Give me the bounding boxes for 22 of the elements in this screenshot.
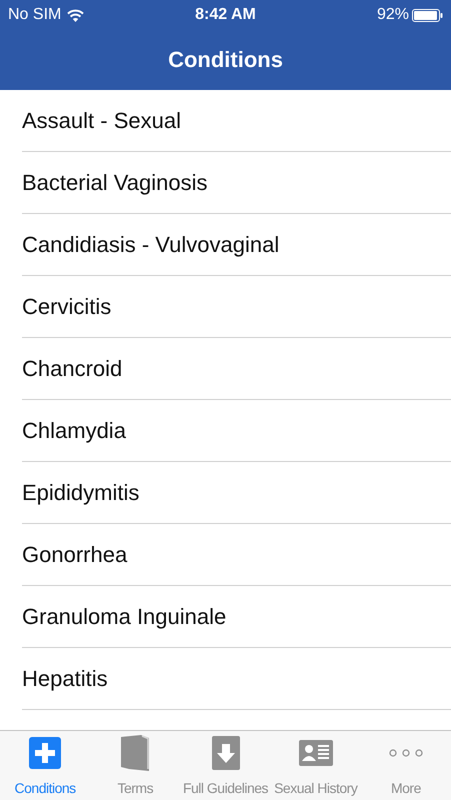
condition-item[interactable]: Chancroid — [22, 338, 451, 400]
id-card-icon — [298, 740, 333, 766]
tab-item[interactable]: Conditions — [0, 731, 90, 800]
book-icon — [121, 734, 150, 770]
condition-item[interactable]: Hepatitis — [22, 648, 451, 710]
screen-title: Conditions — [168, 47, 283, 73]
download-icon — [212, 736, 240, 770]
condition-item[interactable]: Assault - Sexual — [22, 90, 451, 152]
clock-time: 8:42 AM — [195, 6, 256, 24]
battery-icon — [412, 8, 443, 22]
condition-item[interactable]: Cervicitis — [22, 276, 451, 338]
condition-item[interactable]: Granuloma Inguinale — [22, 586, 451, 648]
condition-item[interactable]: Bacterial Vaginosis — [22, 152, 451, 214]
condition-item[interactable]: Gonorrhea — [22, 524, 451, 586]
carrier-name: No SIM — [8, 6, 62, 24]
condition-item[interactable]: Candidiasis - Vulvovaginal — [22, 214, 451, 276]
condition-item[interactable]: Epididymitis — [22, 462, 451, 524]
wifi-icon — [67, 8, 84, 22]
battery-percent: 92% — [376, 6, 409, 24]
plus-icon — [29, 736, 62, 768]
condition-item[interactable]: Chlamydia — [22, 400, 451, 462]
more-icon — [388, 748, 423, 756]
